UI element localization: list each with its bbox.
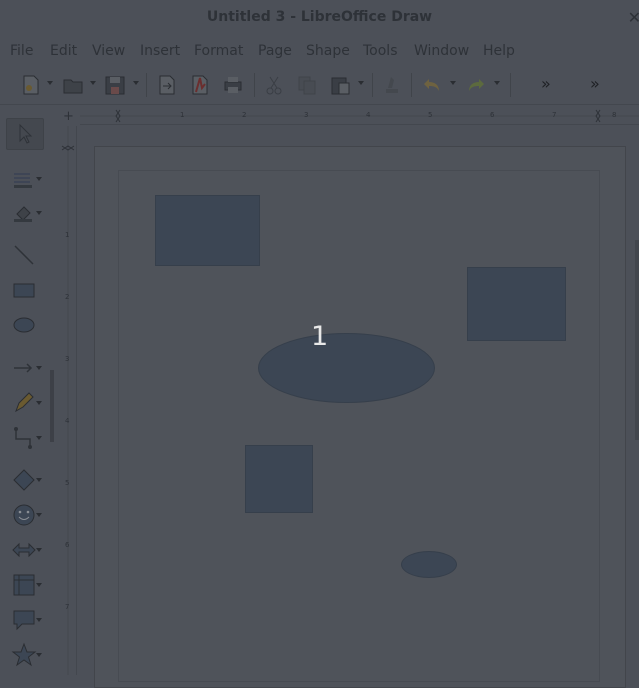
menu-help[interactable]: Help <box>483 43 515 59</box>
toolbar-scroll-handle[interactable] <box>50 370 54 442</box>
print-icon[interactable] <box>222 74 244 96</box>
chevron-down-icon[interactable] <box>36 548 42 552</box>
chevron-down-icon[interactable] <box>36 583 42 587</box>
paint-bucket-icon <box>14 206 32 222</box>
chevron-down-icon[interactable] <box>90 81 96 85</box>
diamond-icon <box>13 469 35 491</box>
ellipse-icon <box>13 317 35 333</box>
callout-icon <box>13 610 35 631</box>
smiley-icon <box>13 504 35 526</box>
export-pdf-icon[interactable] <box>189 74 211 96</box>
line-color-button[interactable] <box>6 164 42 194</box>
curves-button[interactable] <box>6 388 42 418</box>
new-document-icon[interactable] <box>20 74 42 96</box>
line-tool-button[interactable] <box>6 240 42 270</box>
chevron-down-icon[interactable] <box>36 366 42 370</box>
menu-view[interactable]: View <box>92 43 125 59</box>
ellipse-shape[interactable] <box>258 333 435 403</box>
ellipse-tool-button[interactable] <box>6 310 42 340</box>
redo-icon[interactable] <box>465 74 487 96</box>
rectangle-shape[interactable] <box>155 195 260 266</box>
cut-icon[interactable] <box>263 74 285 96</box>
pencil-icon <box>15 392 34 413</box>
arrow-line-icon <box>14 363 33 373</box>
chevron-down-icon[interactable] <box>494 81 500 85</box>
callouts-button[interactable] <box>6 605 42 635</box>
connector-icon <box>14 427 32 449</box>
chevron-down-icon[interactable] <box>358 81 364 85</box>
chevron-down-icon[interactable] <box>133 81 139 85</box>
double-arrow-icon <box>12 542 36 558</box>
select-tool-button[interactable] <box>6 118 44 150</box>
vertical-ruler[interactable]: 1 2 3 4 5 6 7 <box>60 126 77 675</box>
rectangle-shape[interactable] <box>467 267 566 341</box>
chevron-down-icon[interactable] <box>36 513 42 517</box>
menu-edit[interactable]: Edit <box>50 43 77 59</box>
flowchart-button[interactable] <box>6 570 42 600</box>
menu-file[interactable]: File <box>10 43 33 59</box>
chevron-down-icon[interactable] <box>36 478 42 482</box>
chevron-down-icon[interactable] <box>36 177 42 181</box>
clone-formatting-icon[interactable] <box>381 74 403 96</box>
window-title: Untitled 3 - LibreOffice Draw <box>206 9 433 25</box>
menu-insert[interactable]: Insert <box>140 43 180 59</box>
chevron-down-icon[interactable] <box>450 81 456 85</box>
menu-tools[interactable]: Tools <box>363 43 398 59</box>
ellipse-shape[interactable] <box>401 551 457 578</box>
menu-format[interactable]: Format <box>194 43 243 59</box>
line-icon <box>14 245 34 265</box>
stars-button[interactable] <box>6 640 42 670</box>
chevron-down-icon[interactable] <box>36 436 42 440</box>
horizontal-ruler[interactable]: 1 2 3 4 5 6 7 8 <box>80 108 639 125</box>
connectors-button[interactable] <box>6 423 42 453</box>
copy-icon[interactable] <box>296 74 318 96</box>
chevron-down-icon[interactable] <box>36 401 42 405</box>
star-icon <box>11 642 37 667</box>
shape-label: 1 <box>311 321 329 352</box>
square-shape[interactable] <box>245 445 313 513</box>
menu-window[interactable]: Window <box>414 43 469 59</box>
symbol-shapes-button[interactable] <box>6 500 42 530</box>
menu-shape[interactable]: Shape <box>306 43 350 59</box>
chevron-down-icon[interactable] <box>36 653 42 657</box>
vertical-scrollbar[interactable] <box>635 240 639 440</box>
toolbar-overflow-button[interactable]: » <box>541 74 551 93</box>
basic-shapes-button[interactable] <box>6 465 42 495</box>
flowchart-icon <box>13 574 35 596</box>
rectangle-tool-button[interactable] <box>6 275 42 305</box>
chevron-down-icon[interactable] <box>36 211 42 215</box>
line-color-icon <box>14 173 32 188</box>
close-icon[interactable]: ✕ <box>628 8 639 27</box>
menu-bar: File Edit View Insert Format Page Shape … <box>0 40 639 62</box>
lines-arrows-button[interactable] <box>6 353 42 383</box>
open-icon[interactable] <box>62 74 84 96</box>
standard-toolbar: » » <box>0 66 639 105</box>
drawing-toolbar <box>0 108 52 675</box>
block-arrows-button[interactable] <box>6 535 42 565</box>
save-icon[interactable] <box>104 74 126 96</box>
rectangle-icon <box>13 283 35 298</box>
export-icon[interactable] <box>156 74 178 96</box>
pointer-icon <box>19 123 33 144</box>
fill-color-button[interactable] <box>6 198 42 228</box>
chevron-down-icon[interactable] <box>36 618 42 622</box>
menu-page[interactable]: Page <box>258 43 292 59</box>
toolbar-overflow-button-2[interactable]: » <box>590 74 600 93</box>
chevron-down-icon[interactable] <box>47 81 53 85</box>
ruler-origin-icon[interactable]: + <box>63 109 74 124</box>
title-bar: Untitled 3 - LibreOffice Draw ✕ <box>0 0 639 36</box>
paste-icon[interactable] <box>329 74 351 96</box>
undo-icon[interactable] <box>421 74 443 96</box>
